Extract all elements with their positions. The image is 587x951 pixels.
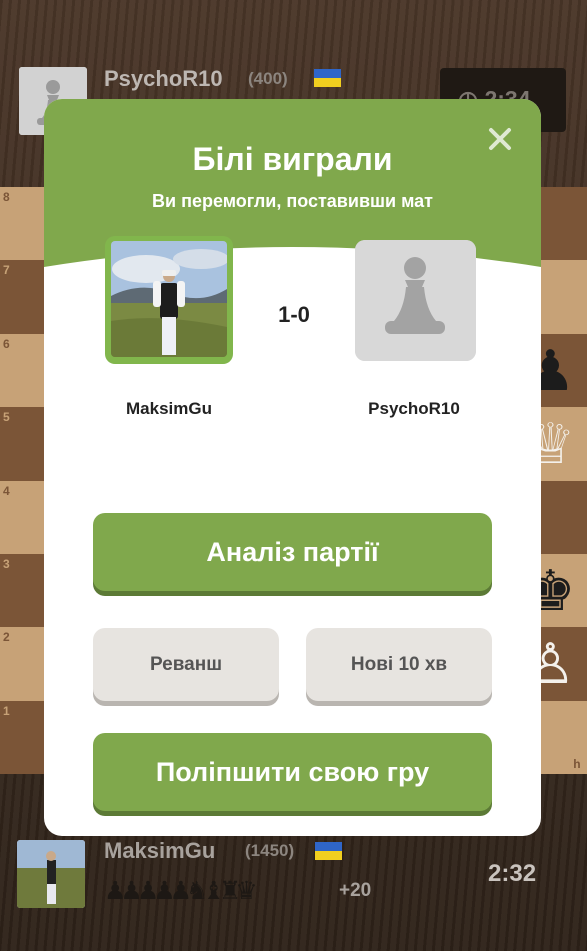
rank-label: 6 (3, 336, 10, 351)
rank-label: 7 (3, 263, 10, 278)
bottom-player-flag-icon (315, 842, 342, 860)
improve-game-button[interactable]: Поліпшити свою гру (93, 733, 492, 811)
pawn-avatar-icon (355, 240, 476, 361)
rematch-button[interactable]: Реванш (93, 628, 279, 701)
bottom-player-rating: (1450) (245, 841, 295, 860)
bottom-player-clock: 2:32 (488, 860, 537, 887)
new-game-button[interactable]: Нові 10 хв (306, 628, 492, 701)
rank-label: 1 (3, 703, 10, 718)
game-over-modal: Білі виграли Ви перемогли, поставивши ма… (44, 99, 541, 836)
game-score: 1-0 (278, 302, 310, 327)
rank-label: 8 (3, 190, 10, 204)
winner-photo (111, 241, 227, 357)
photo-avatar-icon (17, 840, 85, 908)
top-player-rating: (400) (248, 69, 288, 88)
loser-name: PsychoR10 (368, 399, 460, 418)
photo-avatar-icon (111, 241, 227, 357)
bottom-player-avatar[interactable] (17, 840, 85, 908)
rank-label: 2 (3, 630, 10, 645)
result-title: Білі виграли (192, 141, 393, 177)
material-advantage: +20 (339, 880, 372, 901)
top-player-name[interactable]: PsychoR10 (104, 66, 223, 92)
rank-label: 4 (3, 483, 10, 498)
game-review-button[interactable]: Аналіз партії (93, 513, 492, 591)
file-label: h (573, 757, 581, 772)
top-player-flag-icon (314, 69, 341, 87)
loser-avatar[interactable] (355, 240, 476, 361)
result-subtitle: Ви перемогли, поставивши мат (152, 191, 433, 211)
captured-pieces: ♟♟♟♟♟♞♝♜♛ (104, 877, 258, 905)
rank-label: 3 (3, 557, 10, 571)
winner-avatar[interactable] (105, 236, 233, 364)
rank-label: 5 (3, 410, 10, 425)
bottom-player-name[interactable]: MaksimGu (104, 838, 215, 864)
winner-name: MaksimGu (126, 399, 212, 418)
